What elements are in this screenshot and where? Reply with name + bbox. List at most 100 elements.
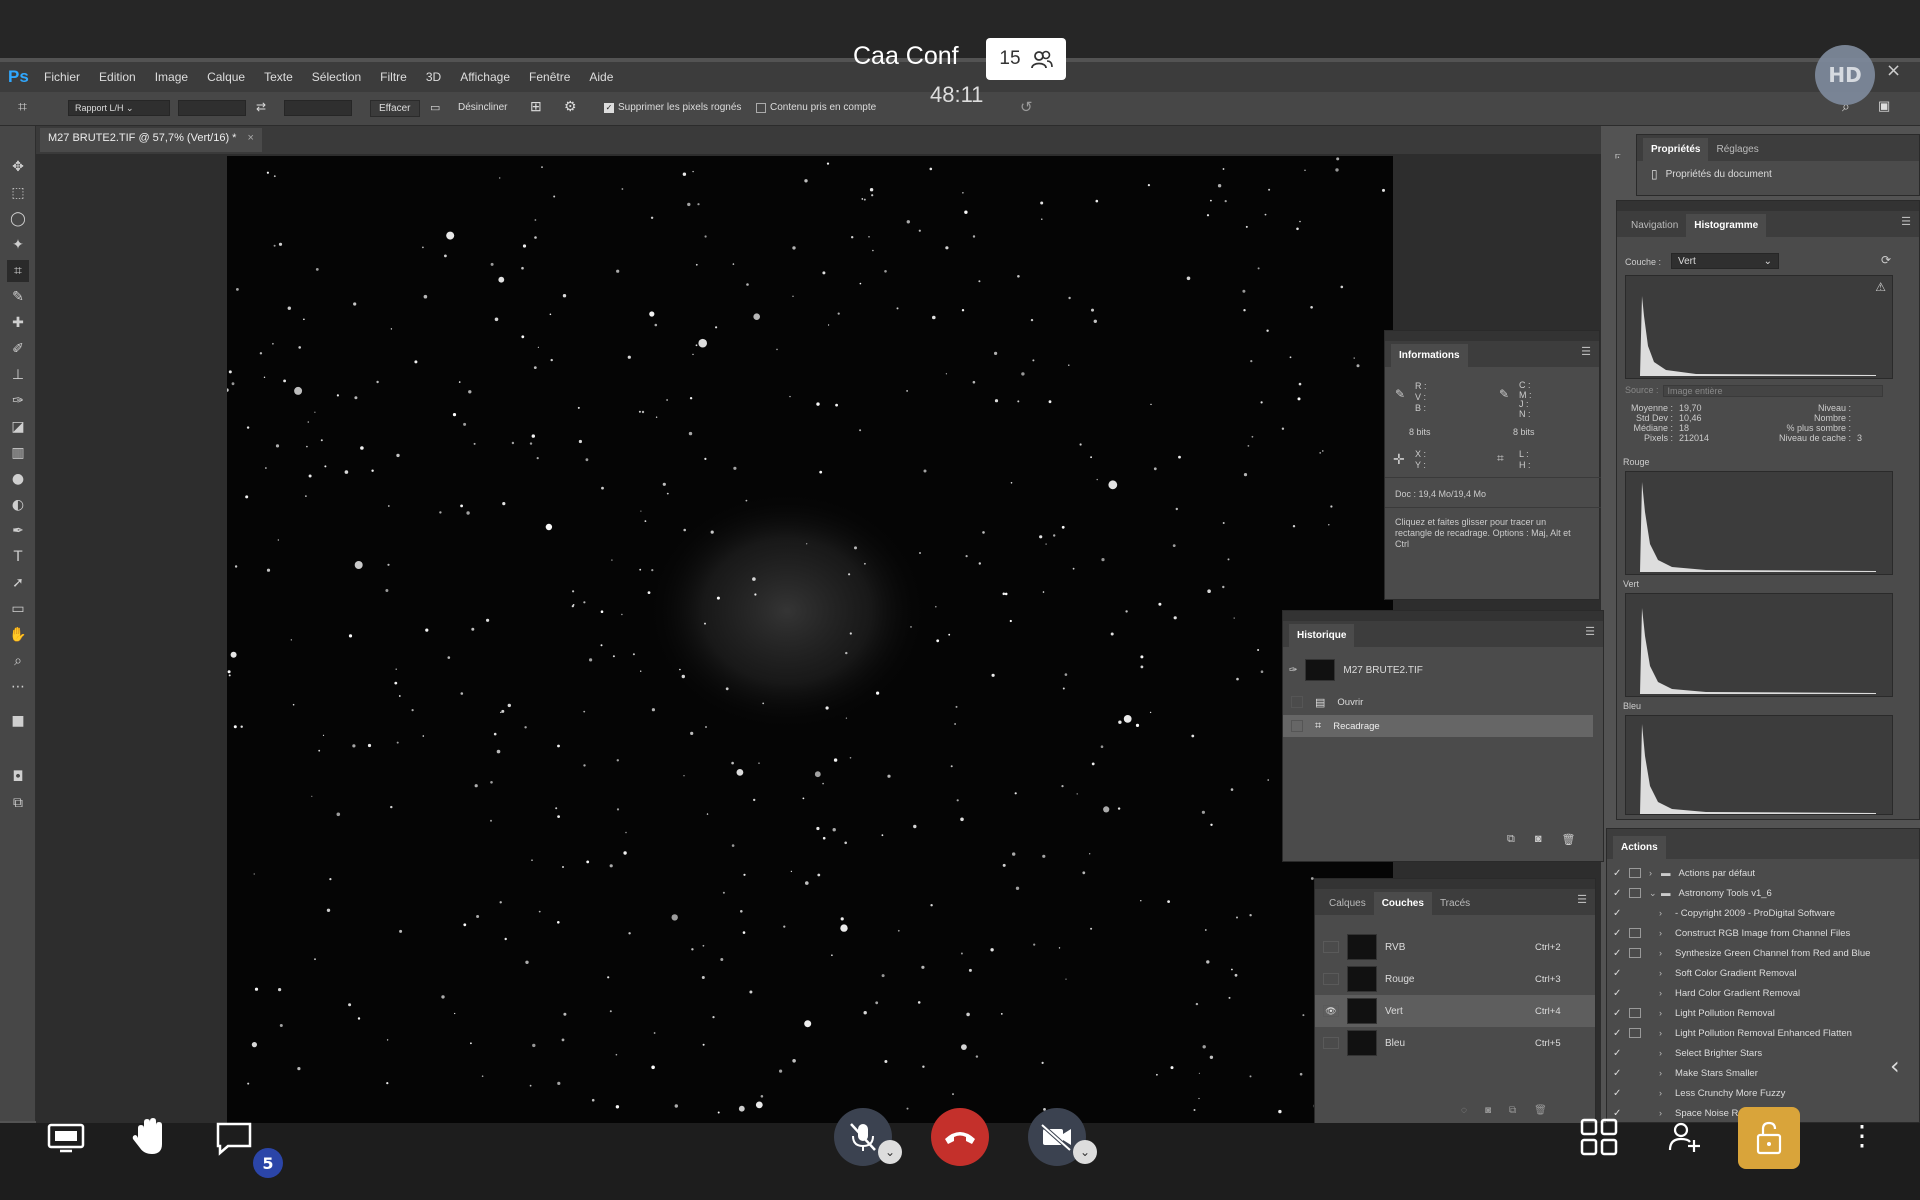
check-icon[interactable]: ✓ xyxy=(1613,948,1629,959)
raise-hand-icon[interactable] xyxy=(130,1116,170,1162)
menu-filtre[interactable]: Filtre xyxy=(380,70,407,84)
action-row[interactable]: ✓ › ▬ Actions par défaut xyxy=(1607,863,1919,883)
dialog-toggle[interactable] xyxy=(1629,1028,1641,1038)
lasso-tool-icon[interactable]: ◯ xyxy=(7,208,29,230)
menu-3d[interactable]: 3D xyxy=(426,70,441,84)
dialog-toggle[interactable] xyxy=(1629,928,1641,938)
check-icon[interactable]: ✓ xyxy=(1613,1068,1629,1079)
menu-texte[interactable]: Texte xyxy=(264,70,293,84)
brush-tool-icon[interactable]: ✐ xyxy=(7,338,29,360)
history-item[interactable]: ⌗ Recadrage xyxy=(1283,715,1593,737)
more-tools-icon[interactable]: ⋯ xyxy=(7,676,29,698)
check-icon[interactable]: ✓ xyxy=(1613,1028,1629,1039)
menu-fichier[interactable]: Fichier xyxy=(44,70,80,84)
source-value[interactable]: Image entière xyxy=(1662,385,1883,397)
content-aware-checkbox[interactable]: Contenu pris en compte xyxy=(756,102,876,113)
properties-collapsed-icon[interactable]: ⟔ xyxy=(1600,140,1636,170)
channel-select[interactable]: Vert ⌄ xyxy=(1671,253,1779,269)
dialog-toggle[interactable] xyxy=(1629,1108,1641,1118)
tab-proprietes[interactable]: Propriétés xyxy=(1643,138,1709,161)
dialog-toggle[interactable] xyxy=(1629,968,1641,978)
add-person-icon[interactable] xyxy=(1668,1120,1702,1158)
tab-historique[interactable]: Historique xyxy=(1289,624,1355,647)
action-row[interactable]: ✓ › Construct RGB Image from Channel Files xyxy=(1607,923,1919,943)
action-row[interactable]: ✓ › Make Stars Smaller xyxy=(1607,1063,1919,1083)
zoom-tool-icon[interactable]: ⌕ xyxy=(7,650,29,672)
menu-calque[interactable]: Calque xyxy=(207,70,245,84)
eye-icon[interactable]: 👁 xyxy=(1323,1005,1339,1017)
action-row[interactable]: ✓ › Light Pollution Removal xyxy=(1607,1003,1919,1023)
grid-icon[interactable] xyxy=(1580,1118,1618,1160)
tab-histogramme[interactable]: Histogramme xyxy=(1686,214,1767,237)
menu-selection[interactable]: Sélection xyxy=(312,70,361,84)
straighten-icon[interactable]: ▭ xyxy=(430,101,440,114)
swap-icon[interactable]: ⇄ xyxy=(256,100,266,114)
action-row[interactable]: ✓ › Less Crunchy More Fuzzy xyxy=(1607,1083,1919,1103)
new-document-icon[interactable]: ⧉ xyxy=(1507,833,1515,846)
trash-icon[interactable]: 🗑 xyxy=(1562,833,1576,846)
dialog-toggle[interactable] xyxy=(1629,1008,1641,1018)
lock-button[interactable] xyxy=(1738,1107,1800,1169)
chevron-right-icon[interactable]: › xyxy=(1659,1108,1671,1118)
marquee-tool-icon[interactable]: ⬚ xyxy=(7,182,29,204)
dialog-toggle[interactable] xyxy=(1629,908,1641,918)
channel-row[interactable]: Rouge Ctrl+3 xyxy=(1315,963,1595,995)
undo-icon[interactable]: ↺ xyxy=(1020,98,1033,116)
overlay-grid-icon[interactable]: ⊞ xyxy=(530,98,542,115)
action-row[interactable]: ✓ › Soft Color Gradient Removal xyxy=(1607,963,1919,983)
check-icon[interactable]: ✓ xyxy=(1613,1048,1629,1059)
menu-aide[interactable]: Aide xyxy=(589,70,613,84)
dodge-tool-icon[interactable]: ◐ xyxy=(7,494,29,516)
chevron-down-icon[interactable]: ⌄ xyxy=(878,1140,902,1164)
chevron-right-icon[interactable]: › xyxy=(1659,988,1671,998)
check-icon[interactable]: ✓ xyxy=(1613,988,1629,999)
history-snapshot[interactable]: ✑ M27 BRUTE2.TIF xyxy=(1283,657,1593,683)
history-item[interactable]: ▤ Ouvrir xyxy=(1283,691,1593,713)
gear-icon[interactable]: ⚙ xyxy=(564,98,577,115)
channel-row[interactable]: RVB Ctrl+2 xyxy=(1315,931,1595,963)
participants-count[interactable]: 15 xyxy=(986,38,1066,80)
path-select-tool-icon[interactable]: ➚ xyxy=(7,572,29,594)
pen-tool-icon[interactable]: ✒ xyxy=(7,520,29,542)
ratio-select[interactable]: Rapport L/H ⌄ xyxy=(68,100,170,116)
channel-row[interactable]: Bleu Ctrl+5 xyxy=(1315,1027,1595,1059)
chevron-right-icon[interactable]: › xyxy=(1659,1028,1671,1038)
panel-menu-icon[interactable]: ☰ xyxy=(1585,625,1595,638)
avatar[interactable]: HD xyxy=(1815,45,1875,105)
history-brush-tool-icon[interactable]: ✑ xyxy=(7,390,29,412)
panel-menu-icon[interactable]: ☰ xyxy=(1901,215,1911,228)
chevron-right-icon[interactable]: › xyxy=(1659,948,1671,958)
color-swatches-icon[interactable]: ■ xyxy=(7,710,29,732)
menu-fenetre[interactable]: Fenêtre xyxy=(529,70,570,84)
tab-navigation[interactable]: Navigation xyxy=(1623,214,1686,237)
action-row[interactable]: ✓ › Select Brighter Stars xyxy=(1607,1043,1919,1063)
check-icon[interactable]: ✓ xyxy=(1613,928,1629,939)
shape-tool-icon[interactable]: ▭ xyxy=(7,598,29,620)
eyedropper-tool-icon[interactable]: ✎ xyxy=(7,286,29,308)
stamp-tool-icon[interactable]: ⊥ xyxy=(7,364,29,386)
more-vertical-icon[interactable]: ⋮ xyxy=(1848,1122,1876,1150)
chevron-right-icon[interactable]: › xyxy=(1659,1068,1671,1078)
healing-tool-icon[interactable]: ✚ xyxy=(7,312,29,334)
tab-calques[interactable]: Calques xyxy=(1321,892,1374,915)
document-tab[interactable]: M27 BRUTE2.TIF @ 57,7% (Vert/16) * × xyxy=(40,128,262,152)
dialog-toggle[interactable] xyxy=(1629,988,1641,998)
tab-actions[interactable]: Actions xyxy=(1613,836,1666,859)
channel-row[interactable]: 👁 Vert Ctrl+4 xyxy=(1315,995,1595,1027)
panel-menu-icon[interactable]: ☰ xyxy=(1577,893,1587,906)
action-row[interactable]: ✓ ⌄ ▬ Astronomy Tools v1_6 xyxy=(1607,883,1919,903)
crop-tool-icon[interactable]: ⌗ xyxy=(7,260,29,282)
workspace-icon[interactable]: ▣ xyxy=(1878,98,1890,114)
dialog-toggle[interactable] xyxy=(1629,948,1641,958)
crop-tool-icon[interactable]: ⌗ xyxy=(18,99,27,117)
check-icon[interactable]: ✓ xyxy=(1613,868,1629,879)
chevron-down-icon[interactable]: ⌄ xyxy=(1649,888,1661,899)
check-icon[interactable]: ✓ xyxy=(1613,888,1629,899)
delete-cropped-checkbox[interactable]: ✓ Supprimer les pixels rognés xyxy=(604,102,741,113)
check-icon[interactable]: ✓ xyxy=(1613,1088,1629,1099)
menu-image[interactable]: Image xyxy=(155,70,188,84)
check-icon[interactable]: ✓ xyxy=(1613,1008,1629,1019)
chevron-right-icon[interactable]: › xyxy=(1659,928,1671,938)
mask-icon[interactable]: ◙ xyxy=(1485,1105,1491,1116)
image-canvas[interactable] xyxy=(227,156,1393,1124)
